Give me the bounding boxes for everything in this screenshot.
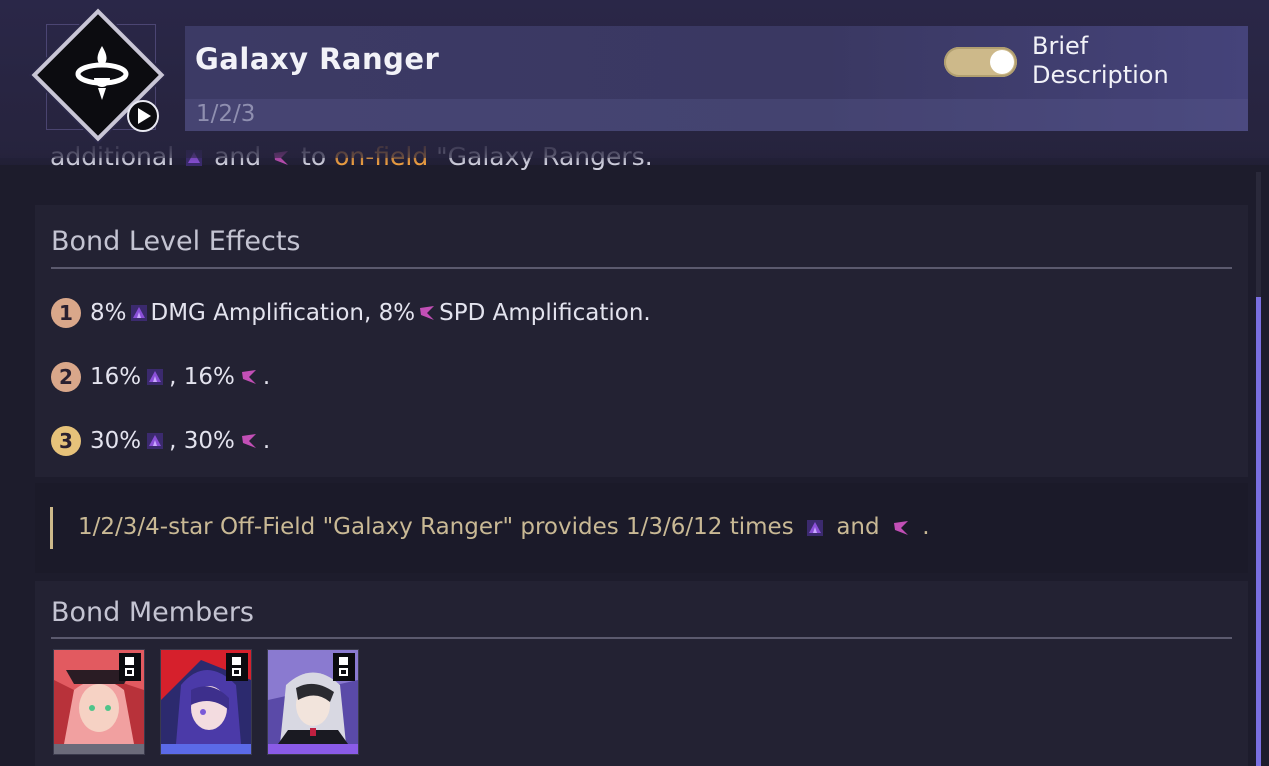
member-card-3[interactable]: [267, 649, 359, 755]
rarity-stripe: [268, 744, 358, 754]
toggle-knob: [990, 50, 1014, 74]
section-title: Bond Level Effects: [51, 226, 301, 257]
section-divider: [51, 267, 1232, 269]
bond-level-effects-panel: Bond Level Effects 1 8% DMG Amplificatio…: [35, 205, 1248, 477]
dmg-amplification-icon: [807, 519, 823, 536]
bond-emblem[interactable]: [31, 8, 166, 144]
bond-levels: 1/2/3: [196, 101, 256, 127]
section-title: Bond Members: [51, 597, 255, 628]
effect-row-3: 3 30% , 30% .: [51, 425, 270, 457]
section-divider: [51, 637, 1232, 639]
bond-title: Galaxy Ranger: [195, 42, 440, 76]
play-button[interactable]: [127, 100, 159, 132]
note-text: 1/2/3/4-star Off-Field "Galaxy Ranger" p…: [78, 514, 930, 540]
member-badge: [333, 653, 355, 681]
spd-amplification-icon: [241, 434, 256, 448]
bond-members-list: [53, 649, 359, 755]
galaxy-ranger-icon: [75, 46, 129, 100]
scrollbar[interactable]: [1256, 172, 1261, 766]
spd-amplification-icon: [241, 370, 256, 384]
spd-amplification-icon: [893, 520, 908, 535]
level-badge: 3: [51, 426, 81, 456]
brief-description-label: Brief Description: [1032, 32, 1169, 89]
note-accent-bar: [50, 507, 53, 549]
star-bonus-note: 1/2/3/4-star Off-Field "Galaxy Ranger" p…: [35, 483, 1248, 573]
scrollbar-thumb[interactable]: [1256, 297, 1261, 766]
member-badge: [226, 653, 248, 681]
level-badge: 2: [51, 362, 81, 392]
bond-levels-bar: 1/2/3: [185, 99, 1248, 131]
rarity-stripe: [54, 744, 144, 754]
rarity-stripe: [161, 744, 251, 754]
effect-row-1: 1 8% DMG Amplification, 8% SPD Amplifica…: [51, 297, 651, 329]
dmg-amplification-icon: [147, 369, 164, 385]
play-icon: [138, 108, 151, 124]
title-bar: Galaxy Ranger 1/2/3 Brief Description: [185, 26, 1248, 131]
dmg-amplification-icon: [147, 433, 164, 449]
spd-amplification-icon: [420, 306, 435, 320]
level-badge: 1: [51, 298, 81, 328]
dmg-amplification-icon: [130, 305, 147, 321]
effect-row-2: 2 16% , 16% .: [51, 361, 270, 393]
member-card-1[interactable]: [53, 649, 145, 755]
member-badge: [119, 653, 141, 681]
member-card-2[interactable]: [160, 649, 252, 755]
brief-description-toggle[interactable]: [944, 47, 1017, 77]
